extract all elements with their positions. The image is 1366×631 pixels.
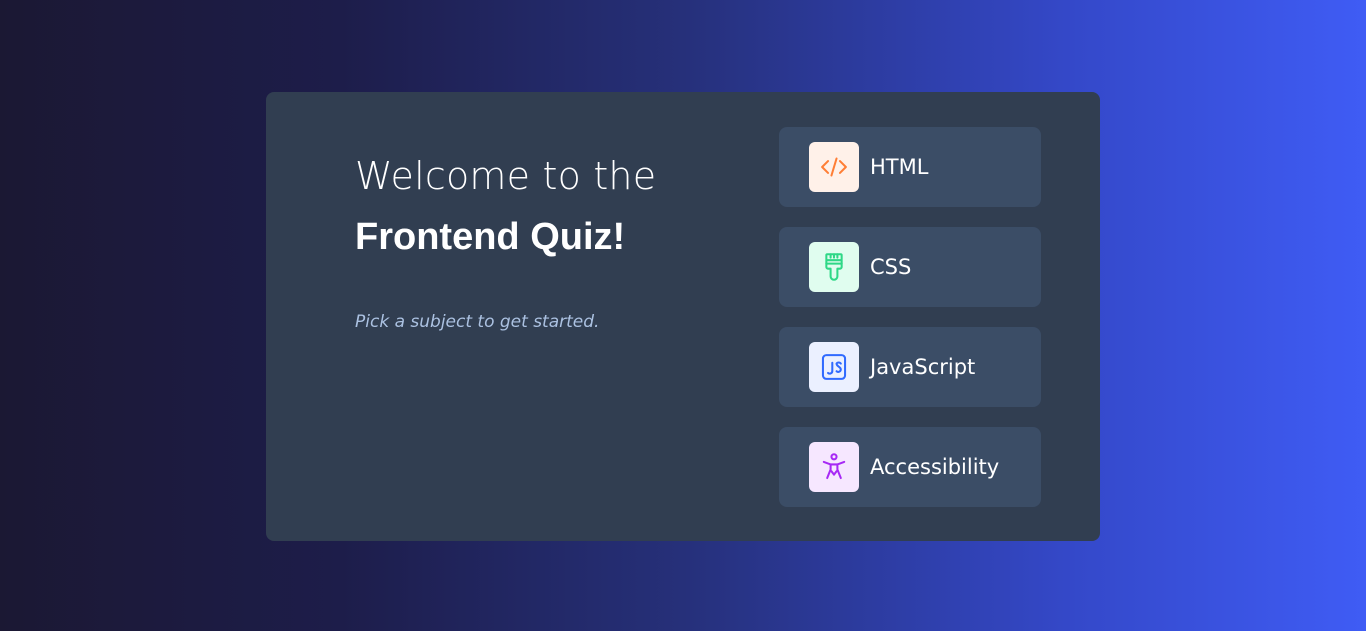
subject-button-css[interactable]: CSS [779, 227, 1041, 307]
welcome-heading: Welcome to the [355, 154, 657, 198]
page-title: Frontend Quiz! [355, 216, 626, 258]
subject-label: Accessibility [870, 455, 1000, 479]
subtitle-text: Pick a subject to get started. [355, 312, 600, 332]
subject-label: CSS [870, 255, 912, 279]
css-brush-icon [809, 242, 859, 292]
subject-button-javascript[interactable]: JavaScript [779, 327, 1041, 407]
accessibility-person-icon [809, 442, 859, 492]
subject-button-html[interactable]: HTML [779, 127, 1041, 207]
subject-list: HTML CSS JavaScript Accessibility [779, 127, 1041, 527]
subject-label: HTML [870, 155, 929, 179]
subject-label: JavaScript [870, 355, 976, 379]
quiz-card: Welcome to the Frontend Quiz! Pick a sub… [266, 92, 1100, 541]
html-code-icon [809, 142, 859, 192]
javascript-js-icon [809, 342, 859, 392]
subject-button-accessibility[interactable]: Accessibility [779, 427, 1041, 507]
